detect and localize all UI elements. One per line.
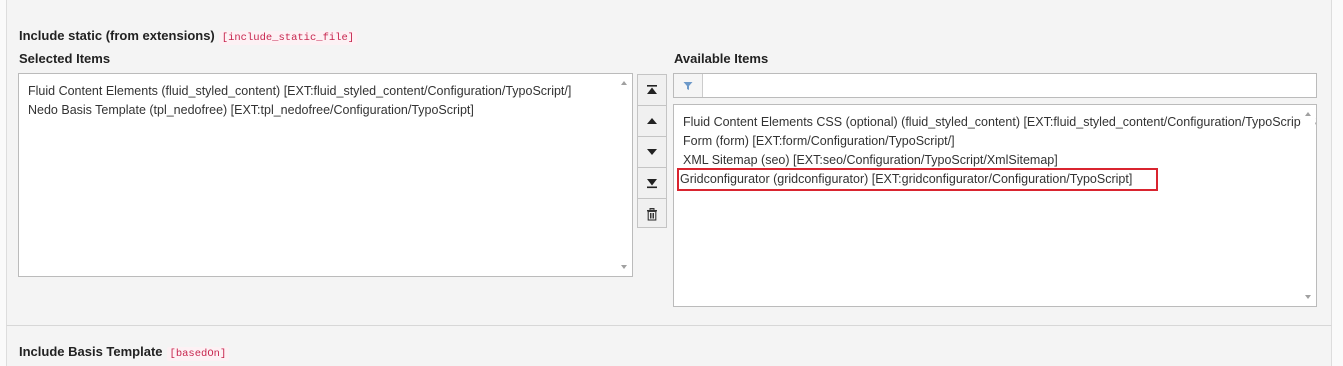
move-to-top-button[interactable] bbox=[638, 75, 666, 106]
available-list-item[interactable]: Form (form) [EXT:form/Configuration/Typo… bbox=[682, 132, 1298, 151]
available-list-item-highlighted[interactable]: Gridconfigurator (gridconfigurator) [EXT… bbox=[676, 168, 1159, 191]
move-up-button[interactable] bbox=[638, 106, 666, 137]
selected-items-list[interactable]: Fluid Content Elements (fluid_styled_con… bbox=[18, 73, 633, 277]
available-items-list[interactable]: Fluid Content Elements CSS (optional) (f… bbox=[673, 104, 1317, 307]
trash-icon bbox=[647, 208, 657, 221]
filter-icon bbox=[683, 81, 693, 90]
available-filter bbox=[673, 73, 1317, 98]
remove-button[interactable] bbox=[638, 199, 666, 230]
scroll-up-arrow-icon[interactable] bbox=[1305, 112, 1311, 116]
scroll-down-arrow-icon[interactable] bbox=[621, 265, 627, 269]
selected-list-item[interactable]: Nedo Basis Template (tpl_nedofree) [EXT:… bbox=[27, 101, 614, 120]
move-to-bottom-button[interactable] bbox=[638, 168, 666, 199]
selected-scrollbar[interactable] bbox=[617, 75, 631, 275]
available-items-label: Available Items bbox=[674, 51, 769, 66]
next-field-title-text: Include Basis Template bbox=[19, 344, 163, 359]
selected-items-label: Selected Items bbox=[19, 51, 111, 66]
selected-list-item[interactable]: Fluid Content Elements (fluid_styled_con… bbox=[27, 82, 614, 101]
field-title-text: Include static (from extensions) bbox=[19, 28, 215, 43]
field-code-badge: [include_static_file] bbox=[218, 31, 358, 45]
scroll-up-arrow-icon[interactable] bbox=[621, 81, 627, 85]
scroll-down-arrow-icon[interactable] bbox=[1305, 295, 1311, 299]
move-buttons-group bbox=[637, 74, 667, 228]
next-field-code-badge: [basedOn] bbox=[166, 347, 230, 361]
move-to-bottom-icon bbox=[647, 179, 657, 189]
available-scrollbar[interactable] bbox=[1301, 106, 1315, 305]
move-down-button[interactable] bbox=[638, 137, 666, 168]
filter-input[interactable] bbox=[703, 74, 1316, 97]
move-up-icon bbox=[647, 118, 657, 124]
move-down-icon bbox=[647, 149, 657, 155]
based-on-panel: Include Basis Template [basedOn] bbox=[6, 326, 1332, 366]
available-list-item[interactable]: XML Sitemap (seo) [EXT:seo/Configuration… bbox=[682, 151, 1298, 170]
move-to-top-icon bbox=[647, 85, 657, 94]
field-title: Include static (from extensions) [include… bbox=[19, 28, 358, 45]
available-list-item[interactable]: Fluid Content Elements CSS (optional) (f… bbox=[682, 113, 1316, 132]
filter-icon-addon bbox=[674, 74, 703, 97]
